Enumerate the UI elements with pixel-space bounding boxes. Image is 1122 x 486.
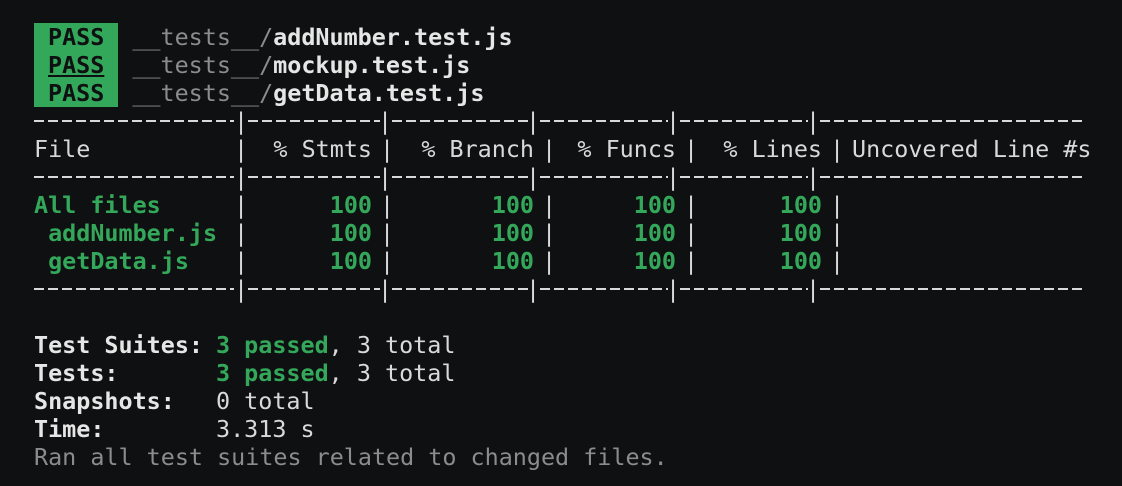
- time-label: Time:: [34, 415, 105, 443]
- snapshots-value: 0 total: [216, 387, 315, 415]
- col-header-branch: % Branch: [421, 135, 534, 163]
- row-stmts: 100: [329, 191, 372, 219]
- col-header-lines: % Lines: [723, 135, 822, 163]
- summary-snapshots: Snapshots: 0 total: [34, 387, 1114, 415]
- row-funcs: 100: [633, 219, 676, 247]
- terminal-output: PASS __tests__/addNumber.test.js PASS __te…: [34, 23, 1114, 471]
- test-file: getData.test.js: [273, 79, 485, 107]
- row-file: getData.js: [34, 247, 189, 275]
- table-row: addNumber.js | 100 | 100 | 100 | 100 |: [34, 219, 844, 247]
- time-value: 3.313 s: [216, 415, 315, 443]
- pass-badge: PASS: [34, 79, 119, 107]
- suites-label: Test Suites:: [34, 331, 203, 359]
- table-row: All files | 100 | 100 | 100 | 100 |: [34, 191, 844, 219]
- row-funcs: 100: [633, 247, 676, 275]
- summary-time: Time: 3.313 s: [34, 415, 1114, 443]
- test-file: mockup.test.js: [273, 51, 471, 79]
- row-file: addNumber.js: [34, 219, 218, 247]
- row-file: All files: [34, 191, 161, 219]
- row-stmts: 100: [329, 219, 372, 247]
- tests-total: , 3 total: [328, 359, 456, 387]
- table-header-row: File |% Stmts |% Branch |% Funcs |% Lines | Un…: [34, 135, 1114, 163]
- col-header-stmts: % Stmts: [273, 135, 372, 163]
- col-header-uncovered: Uncovered Line #s: [852, 135, 1092, 163]
- summary-footer: Ran all test suites related to changed f…: [34, 443, 668, 471]
- table-rule: | | | | |: [34, 163, 1114, 191]
- table-rule: | | | | |: [34, 275, 1114, 303]
- tests-passed: 3 passed: [216, 359, 329, 387]
- summary-tests: Tests: 3 passed, 3 total: [34, 359, 1114, 387]
- suites-passed: 3 passed: [216, 331, 329, 359]
- test-result-line: PASS __tests__/addNumber.test.js: [34, 23, 1114, 51]
- test-summary: Test Suites: 3 passed, 3 total Tests: 3 pa…: [34, 331, 1114, 471]
- col-header-funcs: % Funcs: [577, 135, 676, 163]
- test-dir: __tests__/: [132, 23, 274, 51]
- row-branch: 100: [491, 247, 534, 275]
- suites-total: , 3 total: [328, 331, 456, 359]
- tests-label: Tests:: [34, 359, 119, 387]
- pass-badge: PASS: [34, 23, 119, 51]
- table-row: getData.js | 100 | 100 | 100 | 100 |: [34, 247, 844, 275]
- row-branch: 100: [491, 219, 534, 247]
- snapshots-label: Snapshots:: [34, 387, 175, 415]
- test-result-line: PASS __tests__/mockup.test.js: [34, 51, 1114, 79]
- test-dir: __tests__/: [132, 79, 274, 107]
- pass-badge: PASS: [34, 51, 119, 79]
- summary-suites: Test Suites: 3 passed, 3 total: [34, 331, 1114, 359]
- row-stmts: 100: [329, 247, 372, 275]
- test-dir: __tests__/: [132, 51, 274, 79]
- table-rule: | | | | |: [34, 107, 1114, 135]
- test-result-line: PASS __tests__/getData.test.js: [34, 79, 1114, 107]
- col-header-file: File: [34, 135, 91, 163]
- row-lines: 100: [779, 247, 822, 275]
- row-lines: 100: [779, 191, 822, 219]
- row-funcs: 100: [633, 191, 676, 219]
- row-branch: 100: [491, 191, 534, 219]
- coverage-table: | | | | | File |% Stmts |% Branch |% Funcs |…: [34, 107, 1114, 303]
- test-file: addNumber.test.js: [273, 23, 513, 51]
- row-lines: 100: [779, 219, 822, 247]
